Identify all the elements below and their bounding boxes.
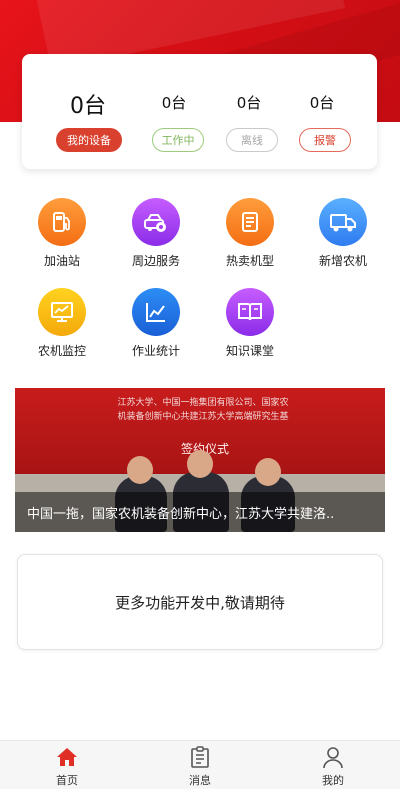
stat-alarm: 0台 xyxy=(302,92,342,113)
tab-home[interactable]: 首页 xyxy=(0,741,134,789)
tab-profile[interactable]: 我的 xyxy=(266,741,400,789)
menu-label: 知识课堂 xyxy=(225,344,274,358)
device-stats-card: 0台 0台 0台 0台 我的设备 工作中 离线 报警 xyxy=(22,54,377,169)
menu-item-nearby-service[interactable]: 周边服务 xyxy=(111,198,201,269)
user-icon xyxy=(321,745,345,769)
coming-soon-text: 更多功能开发中,敬请期待 xyxy=(115,593,285,612)
repair-service-icon xyxy=(132,198,180,246)
banner-person-head xyxy=(187,450,213,478)
banner-caption: 中国一拖，国家农机装备创新中心，江苏大学共建洛.. xyxy=(15,492,385,532)
banner-heading-line: 江苏大学、中国一拖集团有限公司、国家农 xyxy=(117,398,289,408)
stat-working-value: 0台 xyxy=(161,94,187,112)
news-banner[interactable]: 江苏大学、中国一拖集团有限公司、国家农 机装备创新中心共建江苏大学高端研究生基 … xyxy=(15,388,385,532)
banner-person-head xyxy=(255,458,281,486)
menu-label: 热卖机型 xyxy=(225,254,274,268)
document-list-icon xyxy=(226,198,274,246)
working-filter-button[interactable]: 工作中 xyxy=(152,128,204,152)
menu-item-work-stats[interactable]: 作业统计 xyxy=(111,288,201,359)
truck-icon xyxy=(319,198,367,246)
stat-working: 0台 xyxy=(154,92,194,113)
menu-item-gas-station[interactable]: 加油站 xyxy=(17,198,107,269)
menu-label: 新增农机 xyxy=(318,254,367,268)
tab-label: 首页 xyxy=(56,774,78,787)
tab-label: 我的 xyxy=(322,774,344,787)
tab-messages[interactable]: 消息 xyxy=(133,741,267,789)
alarm-filter-button[interactable]: 报警 xyxy=(299,128,351,152)
bottom-tab-bar: 首页 消息 我的 xyxy=(0,740,400,789)
menu-label: 加油站 xyxy=(43,254,80,268)
stat-alarm-value: 0台 xyxy=(309,94,335,112)
stat-total-value: 0台 xyxy=(70,94,106,119)
monitor-chart-icon xyxy=(38,288,86,336)
menu-label: 周边服务 xyxy=(131,254,180,268)
banner-person-head xyxy=(127,456,153,484)
menu-item-knowledge[interactable]: 知识课堂 xyxy=(205,288,295,359)
stat-offline: 0台 xyxy=(229,92,269,113)
stat-offline-value: 0台 xyxy=(236,94,262,112)
book-icon xyxy=(226,288,274,336)
tab-label: 消息 xyxy=(189,774,211,787)
home-icon xyxy=(55,745,79,769)
menu-label: 农机监控 xyxy=(37,344,86,358)
menu-label: 作业统计 xyxy=(131,344,180,358)
message-icon xyxy=(188,745,212,769)
line-chart-icon xyxy=(132,288,180,336)
my-devices-button[interactable]: 我的设备 xyxy=(56,128,122,152)
fuel-pump-icon xyxy=(38,198,86,246)
menu-item-hot-models[interactable]: 热卖机型 xyxy=(205,198,295,269)
offline-filter-button[interactable]: 离线 xyxy=(226,128,278,152)
banner-heading: 江苏大学、中国一拖集团有限公司、国家农 机装备创新中心共建江苏大学高端研究生基 xyxy=(103,396,303,424)
menu-item-machine-monitor[interactable]: 农机监控 xyxy=(17,288,107,359)
banner-heading-line: 机装备创新中心共建江苏大学高端研究生基 xyxy=(117,412,289,422)
menu-item-add-machine[interactable]: 新增农机 xyxy=(298,198,388,269)
coming-soon-card: 更多功能开发中,敬请期待 xyxy=(17,554,383,650)
stat-total: 0台 xyxy=(62,88,114,120)
